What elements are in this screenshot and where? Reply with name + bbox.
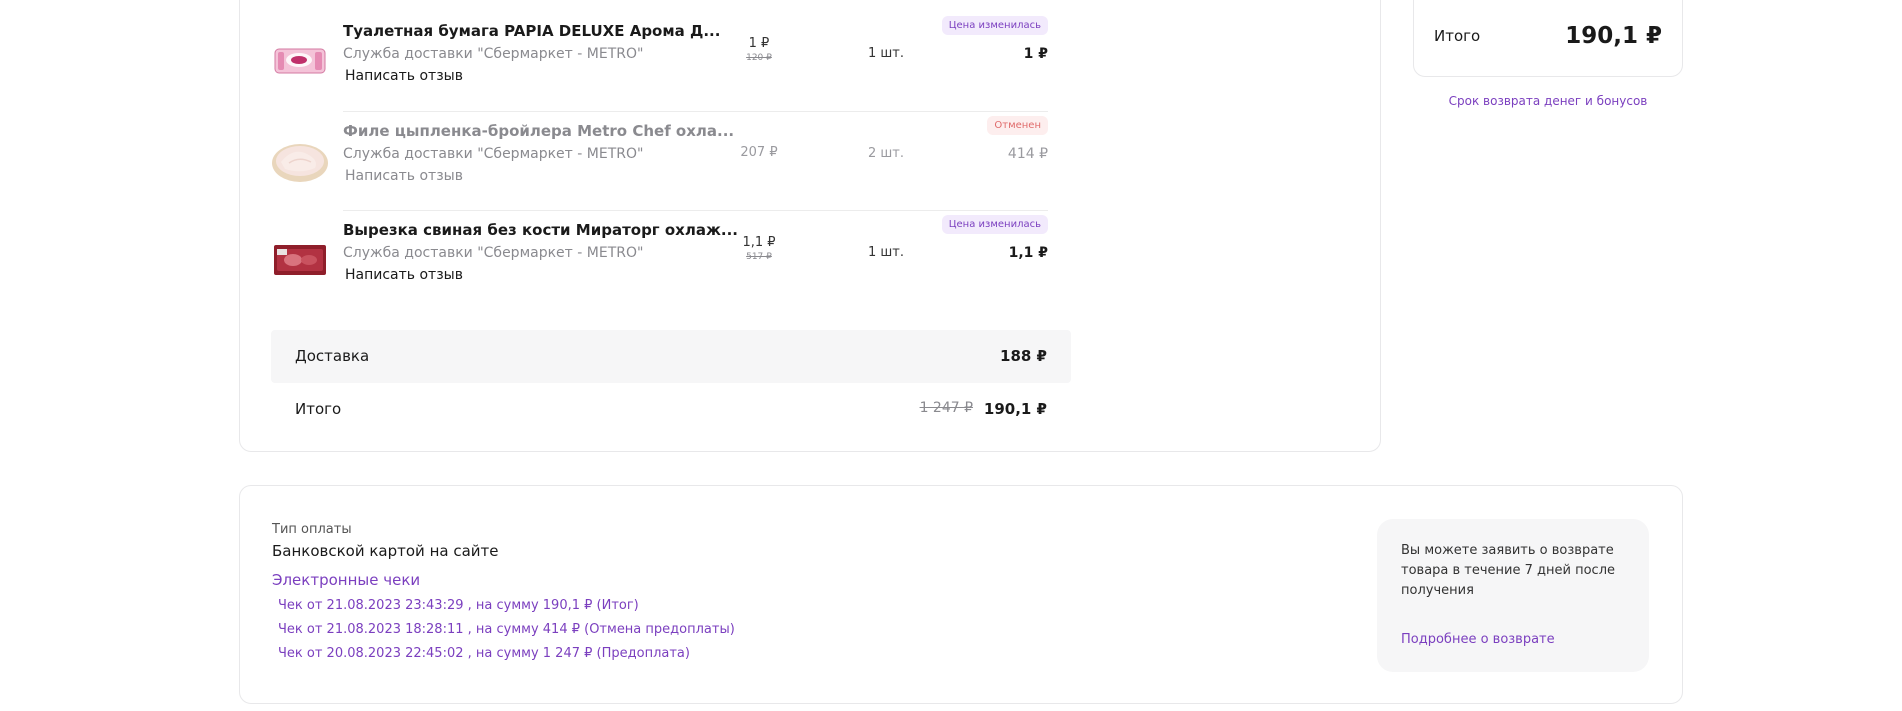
receipt-link[interactable]: Чек от 20.08.2023 22:45:02 , на сумму 1 … [278,646,690,661]
chicken-fillet-product-icon[interactable] [271,132,329,190]
item-price: 1 ₽ 120 ₽ [729,36,789,63]
summary-total-value: 190,1 ₽ [1565,23,1662,49]
item-quantity: 1 шт. [867,245,904,260]
item-delivery-service: Служба доставки "Сбермаркет - METRO" [343,146,644,162]
write-review-link[interactable]: Написать отзыв [345,168,463,184]
item-price-value: 207 ₽ [740,145,778,160]
delivery-row: Доставка 188 ₽ [271,330,1071,383]
pork-tenderloin-product-icon[interactable] [271,231,329,289]
price-changed-badge: Цена изменилась [941,16,1048,35]
order-total-label: Итого [295,400,342,418]
item-old-price: 120 ₽ [746,53,772,63]
receipt-link[interactable]: Чек от 21.08.2023 23:43:29 , на сумму 19… [278,598,639,613]
delivery-cost: 188 ₽ [1000,347,1047,365]
toilet-paper-product-icon[interactable] [271,32,329,90]
return-info-text: Вы можете заявить о возврате товара в те… [1401,543,1616,598]
item-delivery-service: Служба доставки "Сбермаркет - METRO" [343,245,644,261]
order-total-value: 190,1 ₽ [983,400,1047,418]
item-price: 207 ₽ [729,145,789,160]
item-quantity: 2 шт. [867,146,904,161]
order-item: Туалетная бумага PAPIA DELUXE Арома Д...… [271,12,1048,109]
order-item: Вырезка свиная без кости Мираторг охлаж.… [271,211,1048,308]
order-total-old: 1 247 ₽ [919,400,973,416]
item-total: 414 ₽ [1007,146,1048,162]
item-delivery-service: Служба доставки "Сбермаркет - METRO" [343,46,644,62]
electronic-receipts-link[interactable]: Электронные чеки [272,571,420,589]
order-summary-card: Итого 190,1 ₽ [1413,0,1683,77]
item-total: 1 ₽ [1023,46,1048,62]
item-price-value: 1,1 ₽ [742,235,776,250]
item-quantity: 1 шт. [867,46,904,61]
item-price: 1,1 ₽ 517 ₽ [729,235,789,262]
order-total-row: Итого 1 247 ₽ 190,1 ₽ [271,383,1071,436]
item-price-value: 1 ₽ [748,36,770,51]
item-old-price: 517 ₽ [746,252,772,262]
return-details-link[interactable]: Подробнее о возврате [1401,632,1555,647]
return-info-box: Вы можете заявить о возврате товара в те… [1377,519,1649,672]
payment-card: Тип оплаты Банковской картой на сайте Эл… [239,485,1683,704]
receipt-link[interactable]: Чек от 21.08.2023 18:28:11 , на сумму 41… [278,622,735,637]
item-name[interactable]: Туалетная бумага PAPIA DELUXE Арома Д... [343,22,720,40]
cancelled-badge: Отменен [987,116,1048,135]
write-review-link[interactable]: Написать отзыв [345,68,463,84]
price-changed-badge: Цена изменилась [941,215,1048,234]
item-name[interactable]: Филе цыпленка-бройлера Metro Chef охла..… [343,122,734,140]
write-review-link[interactable]: Написать отзыв [345,267,463,283]
delivery-label: Доставка [295,347,370,365]
payment-method: Банковской картой на сайте [272,542,499,560]
item-total: 1,1 ₽ [1008,245,1048,261]
payment-type-label: Тип оплаты [272,522,352,537]
summary-total-label: Итого [1434,27,1481,45]
order-item: Филе цыпленка-бройлера Metro Chef охла..… [271,112,1048,209]
item-name[interactable]: Вырезка свиная без кости Мираторг охлаж.… [343,221,738,239]
refund-terms-link[interactable]: Срок возврата денег и бонусов [1413,94,1683,108]
